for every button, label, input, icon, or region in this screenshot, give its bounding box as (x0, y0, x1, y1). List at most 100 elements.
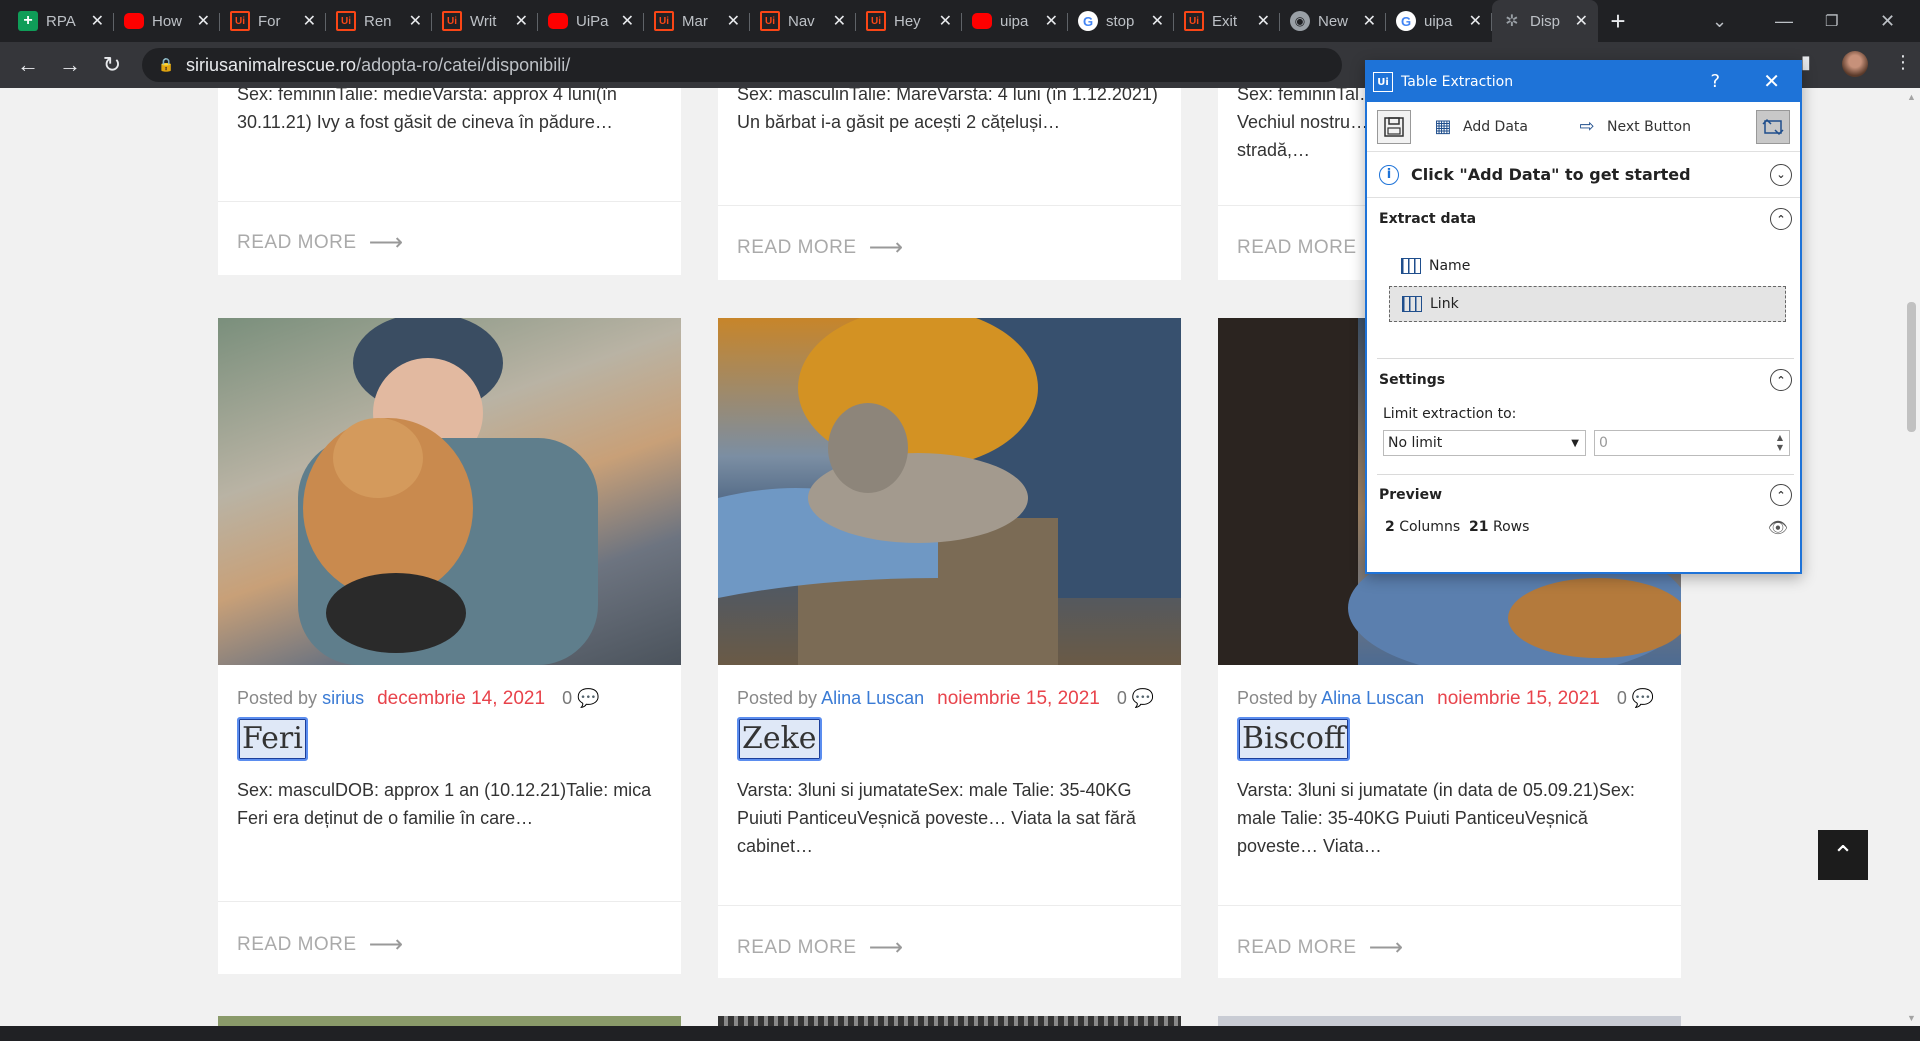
browser-tab[interactable]: Guipa ✕ (1386, 0, 1492, 42)
author-link[interactable]: Alina Luscan (821, 688, 924, 708)
address-bar[interactable]: 🔒 siriusanimalrescue.ro/adopta-ro/catei/… (142, 48, 1342, 82)
browser-tab[interactable]: + RPA ✕ (8, 0, 114, 42)
help-icon[interactable]: ? (1710, 71, 1720, 92)
comments-count[interactable]: 0 💬 (1117, 688, 1154, 708)
scroll-down-icon[interactable]: ▼ (1907, 1013, 1916, 1023)
uipath-logo-icon: Ui (1373, 72, 1393, 92)
author-link[interactable]: Alina Luscan (1321, 688, 1424, 708)
post-date-link[interactable]: decembrie 14, 2021 (377, 688, 545, 709)
browser-tab[interactable]: How ✕ (114, 0, 220, 42)
close-tab-icon[interactable]: ✕ (91, 11, 104, 31)
page-scrollbar[interactable]: ▲ ▼ (1903, 88, 1920, 1026)
post-photo-next[interactable] (1218, 1016, 1681, 1026)
chevron-down-icon[interactable]: ⌄ (1770, 163, 1792, 186)
profile-avatar[interactable] (1842, 51, 1868, 77)
add-data-button[interactable]: ▦ Add Data (1431, 116, 1528, 138)
comments-count[interactable]: 0 💬 (1617, 688, 1654, 708)
close-tab-icon[interactable]: ✕ (1575, 11, 1588, 31)
read-more-link[interactable]: READ MORE ⟶ (237, 930, 403, 959)
browser-tab[interactable]: UiPa ✕ (538, 0, 644, 42)
post-date-link[interactable]: noiembrie 15, 2021 (1437, 688, 1600, 709)
save-icon[interactable] (1377, 109, 1411, 144)
forward-icon[interactable]: → (50, 45, 90, 85)
scroll-to-top-button[interactable]: ⌃ (1818, 830, 1868, 880)
post-date-link[interactable]: noiembrie 15, 2021 (937, 688, 1100, 709)
browser-tab[interactable]: uipa ✕ (962, 0, 1068, 42)
browser-tab[interactable]: Ui Exit ✕ (1174, 0, 1280, 42)
minimize-icon[interactable]: — (1775, 0, 1793, 42)
chevron-up-icon[interactable]: ⌃ (1770, 484, 1792, 506)
field-label: Link (1430, 296, 1459, 312)
scrollbar-thumb[interactable] (1907, 302, 1916, 432)
restore-icon[interactable]: ❐ (1825, 0, 1838, 42)
side-panel-icon[interactable]: ▮ (1801, 52, 1811, 73)
post-title-link[interactable]: Feri (237, 717, 308, 761)
close-tab-icon[interactable]: ✕ (197, 11, 210, 31)
read-more-link[interactable]: READ MORE ⟶ (737, 933, 903, 962)
post-title-link[interactable]: Biscoff (1237, 717, 1351, 761)
chevron-up-icon[interactable]: ⌃ (1770, 369, 1792, 391)
field-name[interactable]: Name (1389, 248, 1786, 284)
eye-icon[interactable]: 👁 (1768, 518, 1788, 537)
extract-data-header[interactable]: Extract data ⌃ (1367, 198, 1800, 240)
scroll-up-icon[interactable]: ▲ (1907, 92, 1916, 102)
browser-tab[interactable]: Ui Ren ✕ (326, 0, 432, 42)
read-more-link[interactable]: READ MORE ⟶ (737, 233, 903, 262)
ui-favicon-icon: Ui (442, 11, 462, 31)
field-link[interactable]: Link (1389, 286, 1786, 322)
ui-favicon-icon: Ui (1184, 11, 1204, 31)
comments-count[interactable]: 0 💬 (562, 688, 599, 708)
read-more-label: READ MORE (737, 936, 857, 958)
next-button-button[interactable]: ⇨ Next Button (1575, 116, 1691, 138)
card-divider (718, 905, 1181, 906)
close-tab-icon[interactable]: ✕ (409, 11, 422, 31)
post-photo[interactable] (718, 318, 1181, 665)
browser-tab[interactable]: Ui Writ ✕ (432, 0, 538, 42)
read-more-link[interactable]: READ MORE ⟶ (1237, 933, 1403, 962)
comments-number: 0 (1116, 688, 1127, 708)
tab-search-icon[interactable]: ⌄ (1712, 0, 1727, 42)
close-tab-icon[interactable]: ✕ (515, 11, 528, 31)
tab-title: For (258, 12, 281, 30)
browser-tab[interactable]: Ui Nav ✕ (750, 0, 856, 42)
dog-photo-illustration (718, 318, 1181, 665)
preview-header[interactable]: Preview ⌃ (1367, 474, 1800, 516)
close-tab-icon[interactable]: ✕ (727, 11, 740, 31)
author-link[interactable]: sirius (322, 688, 364, 708)
new-tab-button[interactable]: + (1598, 0, 1638, 42)
post-photo-next[interactable] (718, 1016, 1181, 1026)
chevron-up-icon[interactable]: ⌃ (1770, 208, 1792, 230)
back-icon[interactable]: ← (8, 45, 48, 85)
refresh-preview-icon[interactable] (1756, 109, 1790, 144)
read-more-label: READ MORE (1237, 236, 1357, 258)
comment-icon: 💬 (1631, 688, 1655, 708)
post-photo[interactable] (218, 318, 681, 665)
browser-tab[interactable]: Ui For ✕ (220, 0, 326, 42)
limit-select[interactable]: No limit ▼ (1383, 430, 1586, 456)
limit-count-input[interactable]: 0 ▲ ▼ (1594, 430, 1790, 456)
read-more-link[interactable]: READ MORE ⟶ (237, 228, 403, 257)
close-icon[interactable]: ✕ (1763, 69, 1780, 93)
menu-icon[interactable]: ⋮ (1894, 52, 1912, 73)
spinner-arrows-icon[interactable]: ▲ ▼ (1777, 433, 1783, 453)
close-tab-icon[interactable]: ✕ (1151, 11, 1164, 31)
browser-tab[interactable]: ◉ New ✕ (1280, 0, 1386, 42)
browser-tab[interactable]: Ui Hey ✕ (856, 0, 962, 42)
reload-icon[interactable]: ↻ (92, 45, 132, 85)
settings-header[interactable]: Settings ⌃ (1367, 358, 1800, 402)
close-tab-icon[interactable]: ✕ (1363, 11, 1376, 31)
tab-title: Hey (894, 12, 921, 30)
post-photo-next[interactable] (218, 1016, 681, 1026)
close-tab-icon[interactable]: ✕ (621, 11, 634, 31)
post-title-link[interactable]: Zeke (737, 717, 822, 761)
close-window-icon[interactable]: ✕ (1880, 0, 1895, 42)
close-tab-icon[interactable]: ✕ (939, 11, 952, 31)
close-tab-icon[interactable]: ✕ (1469, 11, 1482, 31)
close-tab-icon[interactable]: ✕ (833, 11, 846, 31)
close-tab-icon[interactable]: ✕ (303, 11, 316, 31)
browser-tab[interactable]: ✲ Disp ✕ (1492, 0, 1598, 42)
browser-tab[interactable]: Gstop ✕ (1068, 0, 1174, 42)
close-tab-icon[interactable]: ✕ (1045, 11, 1058, 31)
browser-tab[interactable]: Ui Mar ✕ (644, 0, 750, 42)
close-tab-icon[interactable]: ✕ (1257, 11, 1270, 31)
